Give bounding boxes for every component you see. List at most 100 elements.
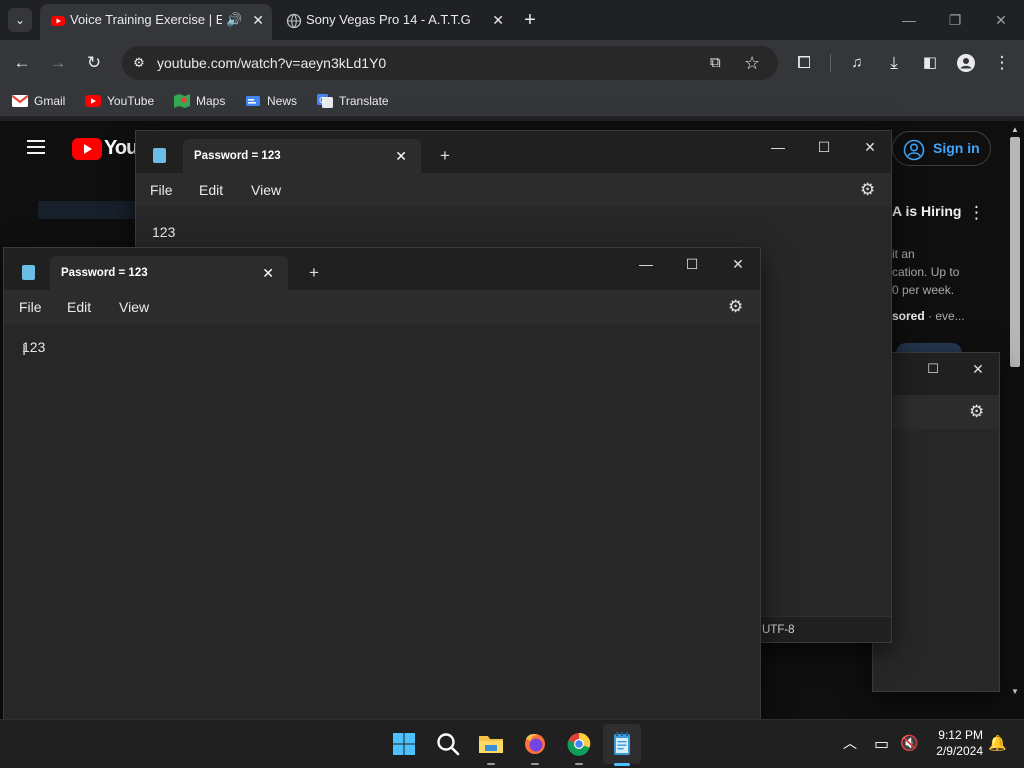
news-icon xyxy=(246,96,260,106)
page-scrollbar[interactable]: ▲ ▼ xyxy=(1006,121,1024,719)
maximize-icon[interactable]: ☐ xyxy=(669,248,715,280)
minimize-icon[interactable]: — xyxy=(755,131,801,163)
bookmark-star-icon[interactable]: ☆ xyxy=(744,46,760,80)
bookmark-maps[interactable]: Maps xyxy=(174,91,225,111)
youtube-logo-icon xyxy=(72,138,102,160)
ad-line: cation. Up to xyxy=(892,265,960,279)
ad-more-icon[interactable]: ⋮ xyxy=(968,203,985,223)
notepad-tab[interactable]: Password = 123 ✕ xyxy=(50,256,288,290)
hamburger-menu-icon[interactable] xyxy=(27,140,45,154)
menu-kebab-icon[interactable]: ⋮ xyxy=(989,50,1015,76)
ad-line: it an xyxy=(892,247,915,261)
close-window-icon[interactable]: ✕ xyxy=(715,248,760,280)
running-indicator xyxy=(531,763,539,765)
menu-edit[interactable]: Edit xyxy=(67,290,91,324)
menu-file[interactable]: File xyxy=(150,173,173,207)
volume-muted-icon[interactable]: 🔇 xyxy=(900,734,919,752)
bookmark-gmail[interactable]: Gmail xyxy=(12,91,65,111)
bookmark-news[interactable]: News xyxy=(245,91,297,111)
restore-icon[interactable]: ❐ xyxy=(932,0,978,40)
close-tab-icon[interactable]: ✕ xyxy=(395,139,407,173)
close-tab-icon[interactable]: ✕ xyxy=(262,256,274,290)
extensions-icon[interactable]: ⧠ xyxy=(791,50,817,76)
firefox-icon[interactable] xyxy=(519,728,551,760)
chrome-icon[interactable] xyxy=(563,728,595,760)
minimize-icon[interactable]: — xyxy=(886,0,932,40)
download-icon[interactable]: ⤓ xyxy=(881,50,907,76)
close-tab-icon[interactable]: ✕ xyxy=(252,4,264,36)
minimize-icon[interactable]: — xyxy=(623,248,669,280)
notepad-window-front: Password = 123 ✕ + — ☐ ✕ File Edit View … xyxy=(3,247,761,727)
scroll-down-icon[interactable]: ▼ xyxy=(1011,687,1019,696)
clock[interactable]: 9:12 PM 2/9/2024 xyxy=(931,728,983,758)
notepad-tab[interactable]: Password = 123 ✕ xyxy=(183,139,421,173)
scroll-up-icon[interactable]: ▲ xyxy=(1011,125,1019,134)
notepad-menu-bar: File Edit View ⚙ xyxy=(136,173,891,207)
youtube-icon xyxy=(85,95,101,107)
tab-voice-training[interactable]: Voice Training Exercise | Eas 🔊 ✕ xyxy=(40,4,272,40)
notepad-title-bar[interactable]: Password = 123 ✕ + — ☐ ✕ xyxy=(136,131,891,179)
forward-arrow-icon[interactable]: → xyxy=(45,50,71,76)
tab-title: Sony Vegas Pro 14 - A.T.T.G xyxy=(306,12,471,27)
notification-bell-icon[interactable]: 🔔 xyxy=(988,734,1007,752)
running-indicator xyxy=(575,763,583,765)
gmail-icon xyxy=(12,95,28,107)
side-panel-icon[interactable]: ◧ xyxy=(917,50,943,76)
network-icon[interactable]: ▭ xyxy=(874,734,889,754)
status-encoding: UTF-8 xyxy=(762,624,795,636)
site-settings-icon[interactable]: ⚙ xyxy=(130,54,148,72)
url-text: youtube.com/watch?v=aeyn3kLd1Y0 xyxy=(157,55,387,71)
address-bar[interactable]: ⚙ youtube.com/watch?v=aeyn3kLd1Y0 ⧉ ☆ xyxy=(122,46,778,80)
youtube-favicon-icon xyxy=(51,16,65,26)
settings-gear-icon[interactable]: ⚙ xyxy=(728,290,743,324)
new-tab-icon[interactable]: + xyxy=(440,139,450,173)
clock-date: 2/9/2024 xyxy=(936,744,983,758)
settings-gear-icon[interactable]: ⚙ xyxy=(860,173,875,207)
close-tab-icon[interactable]: ✕ xyxy=(492,4,504,36)
ad-line: 0 per week. xyxy=(892,283,955,297)
document-text: 123 xyxy=(152,224,176,240)
settings-gear-icon[interactable]: ⚙ xyxy=(969,395,984,429)
menu-view[interactable]: View xyxy=(119,290,149,324)
menu-file[interactable]: File xyxy=(19,290,42,324)
start-windows-icon[interactable] xyxy=(388,728,420,760)
close-icon[interactable]: ✕ xyxy=(955,353,999,385)
show-hidden-icons-chevron-icon[interactable]: ︿ xyxy=(843,733,857,753)
active-app-indicator xyxy=(614,763,630,766)
notepad-taskbar-icon[interactable] xyxy=(606,728,638,760)
maximize-icon[interactable]: ☐ xyxy=(801,131,847,163)
media-control-icon[interactable]: ♫ xyxy=(844,50,870,76)
reload-icon[interactable]: ↻ xyxy=(81,50,107,76)
notepad-title-bar[interactable]: Password = 123 ✕ + — ☐ ✕ xyxy=(4,248,760,296)
ad-sponsored: sored · eve... xyxy=(892,309,965,323)
back-arrow-icon[interactable]: ← xyxy=(9,50,35,76)
tab-title: Voice Training Exercise | Eas xyxy=(70,12,222,27)
menu-view[interactable]: View xyxy=(251,173,281,207)
menu-edit[interactable]: Edit xyxy=(199,173,223,207)
bookmark-youtube[interactable]: YouTube xyxy=(85,91,154,111)
globe-icon xyxy=(286,13,302,29)
file-explorer-icon[interactable] xyxy=(475,728,507,760)
new-tab-button[interactable]: + xyxy=(518,4,542,36)
install-app-icon[interactable]: ⧉ xyxy=(710,46,721,80)
speaker-icon[interactable]: 🔊 xyxy=(226,4,242,36)
clock-time: 9:12 PM xyxy=(938,728,983,742)
search-icon[interactable] xyxy=(432,728,464,760)
scrollbar-thumb[interactable] xyxy=(1010,137,1020,367)
toolbar-divider xyxy=(830,54,831,72)
notepad-menu-bar: File Edit View ⚙ xyxy=(4,290,760,324)
profile-icon[interactable] xyxy=(953,50,979,76)
notepad-editor[interactable]: 123 I xyxy=(4,324,760,726)
new-tab-icon[interactable]: + xyxy=(309,256,319,290)
bookmark-translate[interactable]: G Translate xyxy=(317,91,389,111)
maximize-icon[interactable]: ☐ xyxy=(913,353,953,385)
tab-search-button[interactable]: ⌄ xyxy=(8,8,32,32)
tab-sony-vegas[interactable]: Sony Vegas Pro 14 - A.T.T.G ✕ xyxy=(276,4,512,40)
close-window-icon[interactable]: ✕ xyxy=(978,0,1024,40)
sign-in-button[interactable]: Sign in xyxy=(892,131,991,166)
close-window-icon[interactable]: ✕ xyxy=(847,131,891,163)
ad-title[interactable]: A is Hiring xyxy=(892,203,962,219)
maps-icon xyxy=(174,94,190,108)
text-cursor-icon: I xyxy=(22,342,27,359)
browser-toolbar: ← → ↻ ⚙ youtube.com/watch?v=aeyn3kLd1Y0 … xyxy=(0,40,1024,86)
